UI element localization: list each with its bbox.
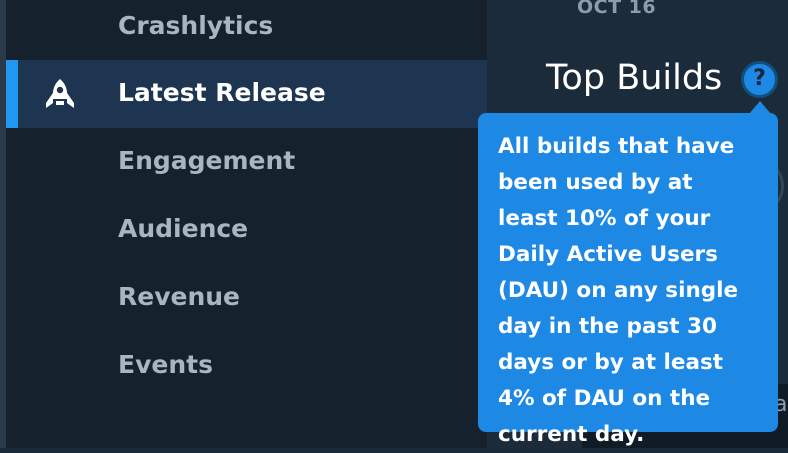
- sidebar-item-revenue[interactable]: Revenue: [6, 264, 487, 332]
- rocket-icon: [41, 77, 79, 113]
- sidebar-item-audience[interactable]: Audience: [6, 196, 487, 264]
- help-tooltip: All builds that have been used by at lea…: [478, 113, 778, 447]
- active-indicator: [6, 60, 18, 128]
- section-title: Top Builds: [546, 58, 723, 98]
- tooltip-text: All builds that have been used by at lea…: [498, 134, 739, 447]
- sidebar-item-label: Latest Release: [118, 78, 326, 107]
- sidebar-item-label: Engagement: [118, 146, 296, 175]
- sidebar-item-latest-release[interactable]: Latest Release: [6, 60, 487, 128]
- sidebar-nav: Crashlytics Latest Release Engagement Au…: [6, 0, 487, 448]
- question-circle-icon[interactable]: ?: [741, 61, 778, 98]
- sidebar-item-label: Crashlytics: [118, 11, 274, 40]
- sidebar-item-label: Events: [118, 350, 213, 379]
- sidebar-item-crashlytics[interactable]: Crashlytics: [6, 0, 487, 61]
- date-label: OCT 16: [577, 0, 657, 18]
- sidebar-item-label: Audience: [118, 214, 249, 243]
- sidebar-item-label: Revenue: [118, 282, 241, 311]
- sidebar-item-engagement[interactable]: Engagement: [6, 128, 487, 196]
- sidebar-item-events[interactable]: Events: [6, 332, 487, 400]
